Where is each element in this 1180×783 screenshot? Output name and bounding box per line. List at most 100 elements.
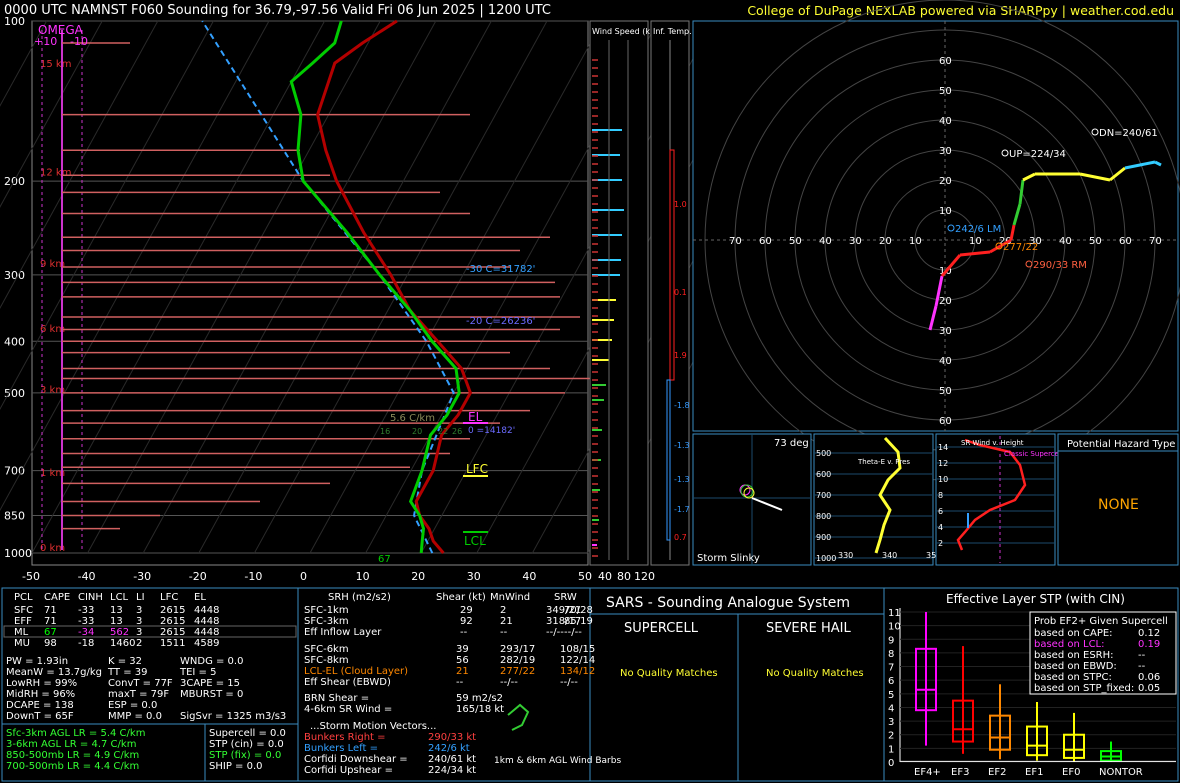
prob-label: based on LCL:: [1034, 639, 1105, 650]
hodo-ring-label: 40: [819, 236, 832, 247]
kin-cell: --: [500, 627, 508, 638]
mix-tick-16: 16: [380, 427, 390, 436]
advection-value: 0.1: [674, 288, 687, 297]
prob-value: 0.06: [1138, 672, 1160, 683]
parcel-cell: 1460: [110, 638, 135, 649]
hazard-value: NONE: [1098, 497, 1139, 513]
hodo-ring-label: 40: [939, 356, 952, 367]
parcel-cell: MU: [14, 638, 30, 649]
temp-tick-label: -20: [189, 570, 207, 583]
kin-cell: 29: [460, 605, 473, 616]
kin-cell: 92: [460, 616, 473, 627]
storm-slinky-panel: 73 deg Storm Slinky: [692, 433, 812, 566]
thetae-panel: 500 600 700 800 900 1000 330 340 35 Theta-E v. P…: [813, 433, 936, 566]
hodo-ring-label: 50: [939, 86, 952, 97]
sr46-value: 165/18 kt: [456, 704, 504, 715]
parcel-cell: 2615: [160, 616, 185, 627]
sars-hail-result: No Quality Matches: [766, 668, 864, 679]
advection-value: 0.7: [674, 533, 687, 542]
hodo-ring-label: 30: [939, 146, 952, 157]
parcel-cell: 562: [110, 627, 129, 638]
hodo-ring-label: 60: [939, 416, 952, 427]
parcel-header: LFC: [160, 592, 178, 603]
index-cell: maxT = 79F: [108, 689, 169, 700]
index-cell: MBURST = 0: [180, 689, 243, 700]
stp-category: EF0: [1062, 767, 1080, 778]
parcel-header: CINH: [78, 592, 103, 603]
pressure-tick-label: 500: [4, 387, 25, 400]
kin-cell: SFC-8km: [304, 655, 349, 666]
stp-y-tick: 8: [888, 649, 894, 660]
motion-label: Bunkers Right =: [304, 732, 386, 743]
omega-tick-neg: -10: [70, 35, 88, 48]
composite-index: SHIP = 0.0: [209, 761, 263, 772]
hodo-ring-label: 20: [939, 176, 952, 187]
slinky-title: 73 deg: [774, 438, 809, 449]
advection-value: 1.9: [674, 351, 687, 360]
lapse-rate: 700-500mb LR = 4.4 C/km: [6, 761, 139, 772]
srwind-height-label: 12: [938, 459, 948, 468]
stp-y-tick: 7: [888, 663, 894, 674]
stp-category: EF2: [988, 767, 1006, 778]
sars-supercell-label: SUPERCELL: [624, 621, 699, 636]
parcel-cell: 2615: [160, 605, 185, 616]
motion-label: Bunkers Left =: [304, 743, 378, 754]
index-cell: DownT = 65F: [6, 711, 74, 722]
stp-y-tick: 3: [888, 717, 894, 728]
thetae-x-label: 330: [838, 551, 853, 560]
temp-tick-label: 30: [467, 570, 481, 583]
lcl-label: LCL: [464, 534, 486, 548]
index-cell: LowRH = 99%: [6, 678, 77, 689]
pressure-tick-label: 400: [4, 335, 25, 348]
parcel-cell: 3: [136, 627, 142, 638]
prob-title: Prob EF2+ Given Supercell: [1034, 616, 1168, 627]
kin-cell: 282/19: [500, 655, 535, 666]
parcel-cell: 3: [136, 605, 142, 616]
temp-tick-label: -30: [133, 570, 151, 583]
srwind-height-label: 14: [938, 443, 948, 452]
parcel-cell: -33: [78, 605, 94, 616]
brn-value: 59 m2/s2: [456, 693, 503, 704]
kin-cell: 39: [456, 644, 469, 655]
temp-tick-label: 50: [578, 570, 592, 583]
wind-axis-80: 80: [617, 570, 631, 583]
parcel-header: EL: [194, 592, 206, 603]
parcel-cell: EFF: [14, 616, 32, 627]
hodo-ring-label: 60: [939, 56, 952, 67]
hodo-ring-label: 10: [969, 236, 982, 247]
isotherm-m20-label: -20 C=26236': [466, 316, 535, 327]
kin-cell: --/--: [560, 677, 578, 688]
pressure-tick-label: 850: [4, 509, 25, 522]
stp-category: NONTOR: [1099, 767, 1143, 778]
hodo-ring-label: 50: [939, 386, 952, 397]
prob-value: --: [1138, 650, 1146, 661]
parcel-cell: 2615: [160, 627, 185, 638]
hodo-ring-label: 40: [1059, 236, 1072, 247]
pressure-tick-label: 200: [4, 175, 25, 188]
index-cell: MMP = 0.0: [108, 711, 162, 722]
composite-index: Supercell = 0.0: [209, 728, 286, 739]
hazard-panel: Potential Hazard Type NONE: [1057, 433, 1179, 566]
srwind-height-label: 4: [938, 523, 943, 532]
hodo-ring-label: 60: [759, 236, 772, 247]
advection-value: -1.8: [674, 401, 690, 410]
index-cell: ConvT = 77F: [108, 678, 173, 689]
hodo-ring-label: 30: [849, 236, 862, 247]
prob-label: based on STPC:: [1034, 672, 1112, 683]
kin-cell: --: [460, 627, 468, 638]
stp-y-tick: 11: [888, 608, 901, 619]
sars-supercell-result: No Quality Matches: [620, 668, 718, 679]
sars-title: SARS - Sounding Analogue System: [606, 595, 850, 611]
kin-header: MnWind: [490, 592, 530, 603]
parcel-cell: -34: [78, 627, 94, 638]
parcel-cell: 4448: [194, 616, 219, 627]
kin-cell: 108/15: [560, 644, 595, 655]
motion-value: 242/6 kt: [428, 743, 470, 754]
hazard-title: Potential Hazard Type: [1067, 439, 1175, 450]
motion-value: 240/61 kt: [428, 754, 476, 765]
parcel-cell: 2: [136, 638, 142, 649]
motion-label: Corfidi Downshear =: [304, 754, 408, 765]
el-label: EL: [468, 410, 483, 424]
hodo-marker-label: 242/6 LM: [955, 224, 1001, 235]
hodo-ring-label: 20: [879, 236, 892, 247]
